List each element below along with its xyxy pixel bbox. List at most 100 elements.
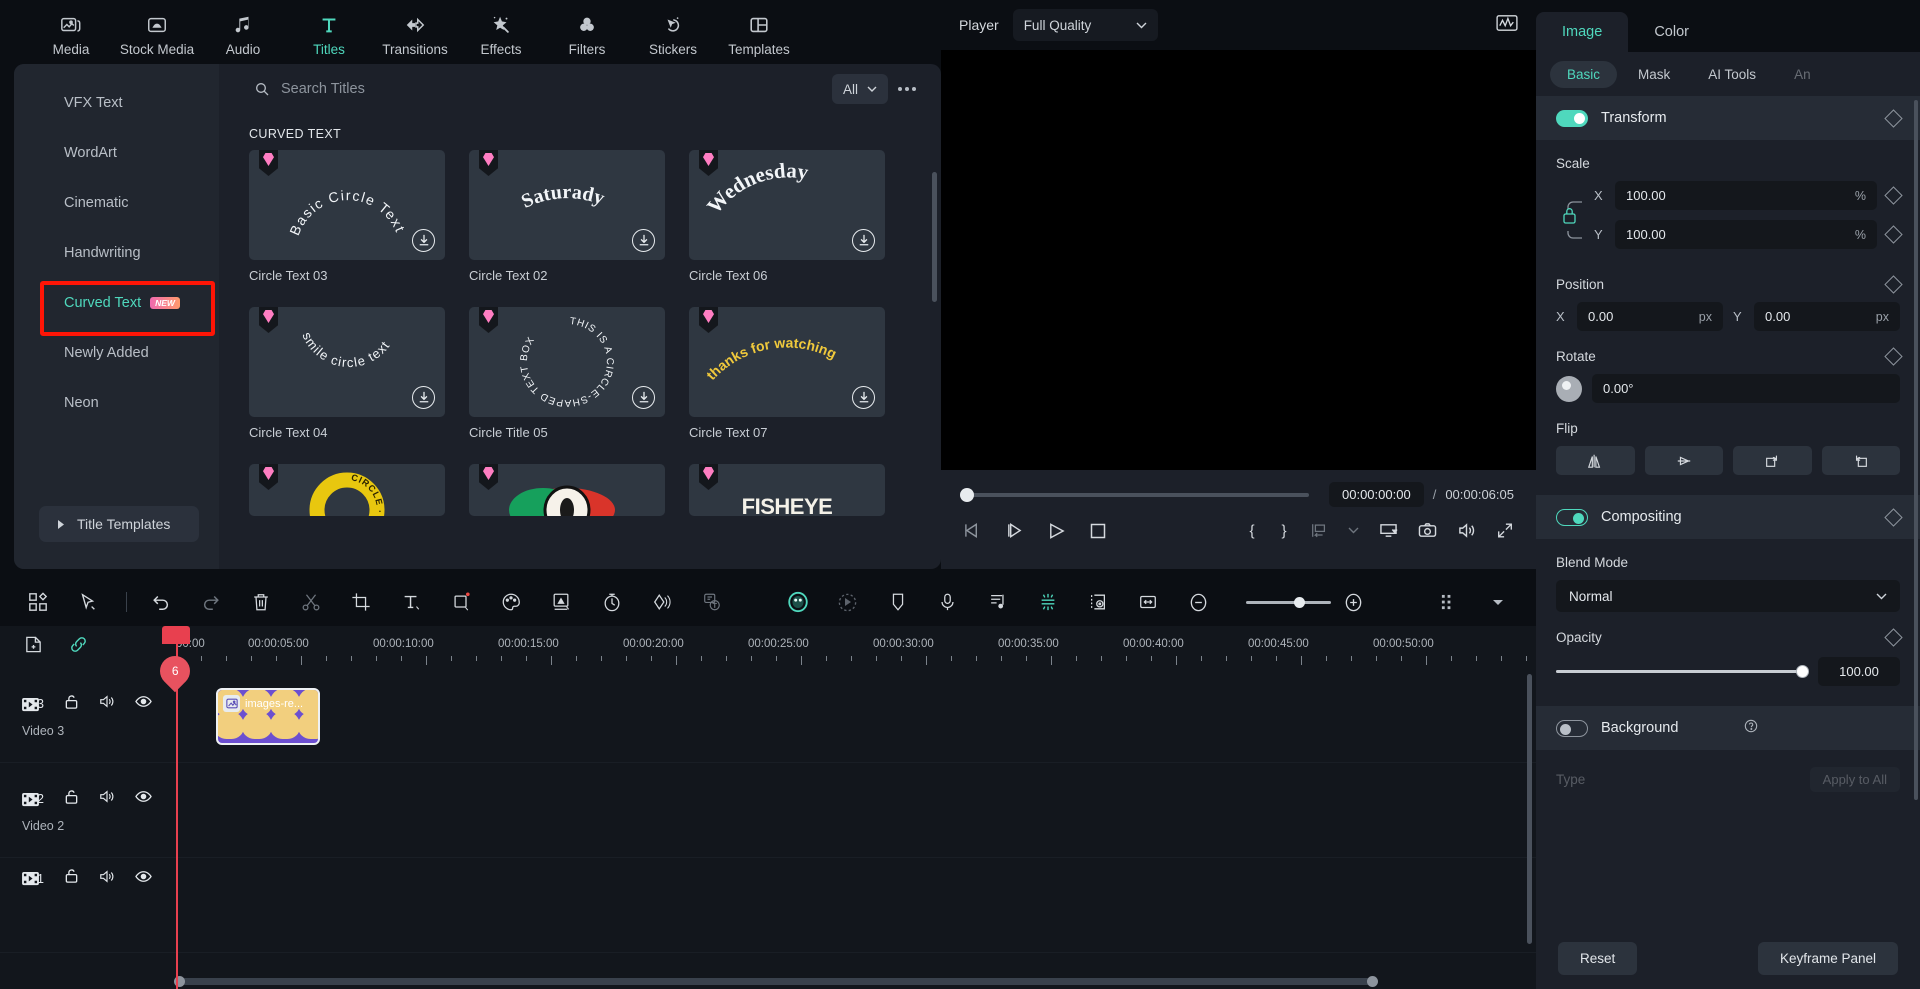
audio-detach-button[interactable] — [986, 590, 1010, 615]
subtab-animation[interactable]: An — [1777, 61, 1828, 88]
position-keyframe-button[interactable] — [1884, 275, 1902, 293]
opacity-slider-handle[interactable] — [1796, 665, 1809, 678]
transform-keyframe-button[interactable] — [1884, 109, 1902, 127]
nav-item-titles[interactable]: Titles — [286, 6, 372, 64]
track-visibility-icon[interactable] — [135, 695, 152, 713]
scale-link-lock[interactable] — [1556, 192, 1586, 248]
category-curved-text[interactable]: Curved Text NEW — [14, 278, 219, 328]
help-icon[interactable] — [1744, 719, 1758, 738]
position-x-input[interactable]: 0.00 px — [1577, 302, 1723, 331]
scale-y-keyframe-button[interactable] — [1884, 225, 1902, 243]
mark-in-button[interactable]: { — [1246, 521, 1258, 540]
template-item[interactable]: TWISTED EYES — [469, 464, 665, 516]
template-thumbnail[interactable]: Basic Circle Text — [249, 150, 445, 260]
track-mute-icon[interactable] — [99, 694, 115, 714]
template-item[interactable]: CIRCLE · TEXT YOU — [249, 464, 445, 516]
play-button[interactable] — [1047, 522, 1066, 540]
category-handwriting[interactable]: Handwriting — [14, 228, 219, 278]
template-item[interactable]: FISHEYE — [689, 464, 885, 516]
motion-tracking-button[interactable] — [836, 590, 860, 615]
transform-toggle[interactable] — [1556, 110, 1588, 127]
scale-x-input[interactable]: 100.00 % — [1615, 181, 1877, 210]
track-mute-icon[interactable] — [99, 869, 115, 889]
flip-horizontal-button[interactable] — [1556, 446, 1635, 475]
compositing-keyframe-button[interactable] — [1884, 508, 1902, 526]
template-thumbnail[interactable]: THIS IS A CIRCLE-SHAPED TEXT BOX — [469, 307, 665, 417]
download-icon[interactable] — [412, 386, 435, 409]
nav-item-filters[interactable]: Filters — [544, 6, 630, 64]
subtab-mask[interactable]: Mask — [1621, 61, 1687, 88]
playback-scrubber[interactable] — [963, 493, 1309, 497]
nav-item-transitions[interactable]: Transitions — [372, 6, 458, 64]
nav-item-stickers[interactable]: Stickers — [630, 6, 716, 64]
download-icon[interactable] — [632, 386, 655, 409]
redo-button[interactable] — [199, 590, 223, 615]
category-neon[interactable]: Neon — [14, 378, 219, 428]
beat-sync-button[interactable] — [1036, 590, 1060, 615]
timeline-zoom-slider[interactable] — [1236, 601, 1341, 604]
delete-button[interactable] — [249, 590, 273, 615]
opacity-slider[interactable] — [1556, 670, 1804, 674]
download-icon[interactable] — [412, 229, 435, 252]
subtab-basic[interactable]: Basic — [1550, 61, 1617, 88]
template-thumbnail[interactable]: CIRCLE · TEXT YOU — [249, 464, 445, 516]
template-item[interactable]: THIS IS A CIRCLE-SHAPED TEXT BOX Circle … — [469, 307, 665, 440]
snapshot-camera-button[interactable] — [1418, 522, 1437, 539]
mask-button[interactable] — [449, 590, 473, 615]
template-thumbnail[interactable]: thanks for watching — [689, 307, 885, 417]
waveform-monitor-icon[interactable] — [1496, 14, 1518, 37]
insert-dropdown-button[interactable] — [1348, 527, 1359, 534]
library-vertical-scrollbar[interactable] — [932, 172, 937, 302]
template-item[interactable]: Wednesday Circle Text 06 — [689, 150, 885, 283]
mark-out-button[interactable]: } — [1278, 521, 1290, 540]
playhead[interactable]: 6 — [176, 626, 178, 989]
nav-item-effects[interactable]: Effects — [458, 6, 544, 64]
add-media-button[interactable] — [24, 635, 43, 659]
tab-image[interactable]: Image — [1536, 12, 1628, 52]
zoom-out-button[interactable] — [1186, 590, 1210, 615]
link-button[interactable] — [69, 635, 88, 659]
fit-timeline-button[interactable] — [1136, 590, 1160, 615]
category-vfx-text[interactable]: VFX Text — [14, 78, 219, 128]
render-preview-button[interactable] — [1086, 590, 1110, 615]
auto-caption-button[interactable] — [700, 590, 724, 615]
blend-mode-select[interactable]: Normal — [1556, 580, 1900, 612]
nav-item-templates[interactable]: Templates — [716, 6, 802, 64]
rotate-keyframe-button[interactable] — [1884, 347, 1902, 365]
current-time-display[interactable]: 00:00:00:00 — [1329, 482, 1424, 507]
keyframe-panel-button[interactable]: Keyframe Panel — [1758, 942, 1898, 975]
scale-x-keyframe-button[interactable] — [1884, 186, 1902, 204]
layout-button[interactable] — [26, 590, 50, 615]
next-frame-button[interactable] — [1005, 522, 1024, 539]
marker-button[interactable] — [886, 590, 910, 615]
select-tool-button[interactable] — [76, 590, 100, 615]
volume-button[interactable] — [1457, 522, 1476, 539]
filter-dropdown[interactable]: All — [832, 74, 888, 104]
category-wordart[interactable]: WordArt — [14, 128, 219, 178]
template-item[interactable]: Basic Circle Text Circle Text 03 — [249, 150, 445, 283]
more-dropdown-button[interactable] — [1486, 590, 1510, 615]
category-newly-added[interactable]: Newly Added — [14, 328, 219, 378]
subtab-ai-tools[interactable]: AI Tools — [1691, 61, 1773, 88]
download-icon[interactable] — [632, 229, 655, 252]
zoom-in-button[interactable] — [1341, 590, 1365, 615]
tab-color[interactable]: Color — [1628, 12, 1715, 52]
fullscreen-button[interactable] — [1496, 522, 1514, 539]
dots-grid-button[interactable] — [1436, 590, 1460, 615]
timeline-horizontal-scrollbar[interactable] — [176, 978, 1376, 985]
rotate-cw-button[interactable] — [1733, 446, 1812, 475]
rotate-ccw-button[interactable] — [1822, 446, 1901, 475]
zoom-slider-handle[interactable] — [1294, 597, 1305, 608]
search-input[interactable] — [281, 81, 581, 97]
scrubber-handle[interactable] — [960, 488, 974, 502]
scale-y-input[interactable]: 100.00 % — [1615, 220, 1877, 249]
animation-button[interactable] — [650, 590, 674, 615]
template-thumbnail[interactable]: Wednesday — [689, 150, 885, 260]
stop-button[interactable] — [1089, 522, 1107, 540]
nav-item-media[interactable]: Media — [28, 6, 114, 64]
timeline-vertical-scrollbar[interactable] — [1527, 674, 1532, 944]
background-toggle[interactable] — [1556, 720, 1588, 737]
template-item[interactable]: smile circle text Circle Text 04 — [249, 307, 445, 440]
download-icon[interactable] — [852, 386, 875, 409]
zoom-slider-track[interactable] — [1246, 601, 1331, 604]
